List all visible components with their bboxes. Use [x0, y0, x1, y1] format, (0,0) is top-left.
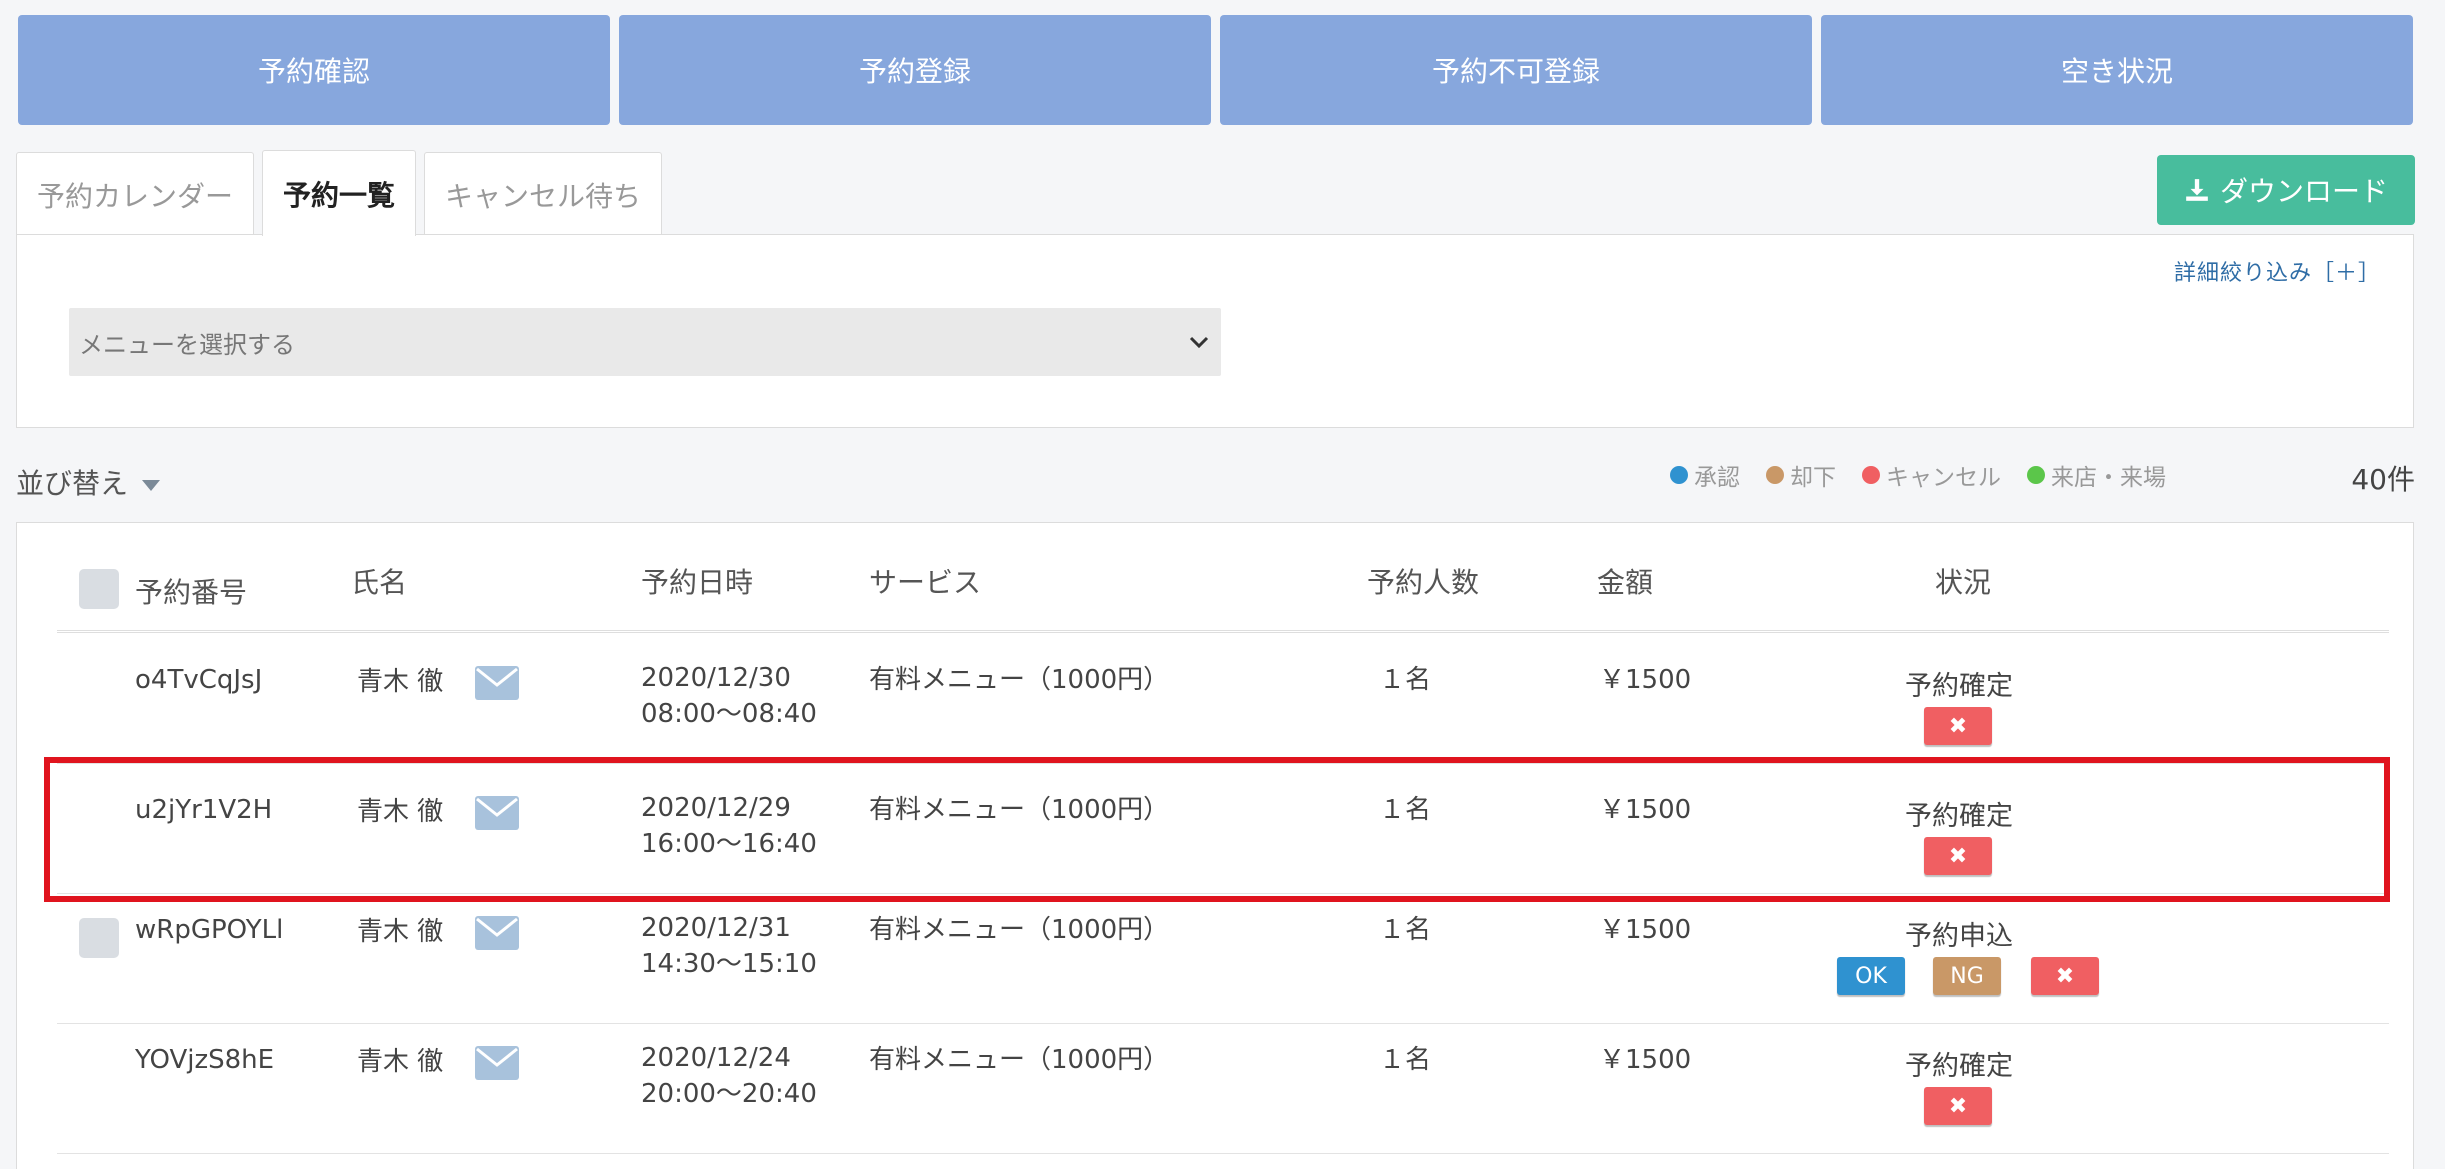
legend-cancel: キャンセル — [1862, 458, 2001, 492]
price: ￥1500 — [1599, 1045, 1692, 1075]
table-row: wRpGPOYLl 青木 徹 2020/12/31 14:30〜15:10 有料… — [57, 894, 2389, 1024]
mail-icon[interactable] — [475, 916, 519, 950]
download-button[interactable]: ダウンロード — [2157, 155, 2415, 225]
legend-dot-visit — [2027, 466, 2045, 484]
reservation-date: 2020/12/30 — [641, 663, 791, 693]
download-label: ダウンロード — [2219, 175, 2388, 208]
legend-approve: 承認 — [1670, 458, 1740, 492]
legend-label-cancel: キャンセル — [1886, 465, 2001, 491]
reservation-time: 14:30〜15:10 — [641, 949, 817, 979]
tab-calendar[interactable]: 予約カレンダー — [16, 152, 254, 236]
column-header-id: 予約番号 — [135, 576, 248, 609]
mail-icon[interactable] — [475, 666, 519, 700]
mail-icon[interactable] — [475, 796, 519, 830]
service-name: 有料メニュー（1000円） — [869, 915, 1170, 945]
reservation-time: 16:00〜16:40 — [641, 829, 817, 859]
status-badge: 予約確定 — [1905, 1051, 2013, 1082]
download-icon — [2186, 179, 2208, 201]
row-select-checkbox[interactable] — [79, 918, 119, 958]
caret-down-icon — [142, 479, 161, 491]
service-name: 有料メニュー（1000円） — [869, 1045, 1170, 1075]
people-count: １名 — [1379, 795, 1432, 825]
reservation-time: 20:00〜20:40 — [641, 1079, 817, 1109]
customer-name: 青木 徹 — [357, 1047, 444, 1077]
reservation-id[interactable]: u2jYr1V2H — [135, 792, 272, 828]
reservation-date: 2020/12/24 — [641, 1043, 791, 1073]
nav-reservation-confirm-button[interactable]: 予約確認 — [18, 15, 610, 125]
reservation-id[interactable]: o4TvCqJsJ — [135, 662, 262, 698]
reservation-date: 2020/12/29 — [641, 793, 791, 823]
nav-reservation-register-button[interactable]: 予約登録 — [619, 15, 1211, 125]
column-header-price: 金額 — [1597, 566, 1654, 599]
customer-name: 青木 徹 — [357, 797, 444, 827]
price: ￥1500 — [1599, 665, 1692, 695]
column-header-datetime: 予約日時 — [641, 566, 754, 599]
status-badge: 予約確定 — [1905, 801, 2013, 832]
column-header-name: 氏名 — [351, 566, 408, 599]
sort-dropdown[interactable]: 並び替え — [16, 462, 161, 502]
reservation-id[interactable]: wRpGPOYLl — [135, 912, 283, 948]
price: ￥1500 — [1599, 795, 1692, 825]
table-row: u2jYr1V2H 青木 徹 2020/12/29 16:00〜16:40 有料… — [57, 764, 2389, 894]
menu-select[interactable]: メニューを選択する — [69, 308, 1221, 376]
customer-name: 青木 徹 — [357, 667, 444, 697]
result-count: 40件 — [2351, 463, 2415, 496]
chevron-down-icon — [1189, 336, 1209, 349]
nav-unavailable-register-button[interactable]: 予約不可登録 — [1220, 15, 1812, 125]
people-count: １名 — [1379, 915, 1432, 945]
people-count: １名 — [1379, 1045, 1432, 1075]
tab-list[interactable]: 予約一覧 — [262, 150, 416, 236]
reject-button[interactable]: NG — [1933, 957, 2001, 995]
legend-dot-reject — [1766, 466, 1784, 484]
legend-dot-approve — [1670, 466, 1688, 484]
table-header: 予約番号 氏名 予約日時 サービス 予約人数 金額 状況 — [57, 523, 2389, 633]
table-row: YOVjzS8hE 青木 徹 2020/12/24 20:00〜20:40 有料… — [57, 1024, 2389, 1154]
filter-panel: 詳細絞り込み［＋］ メニューを選択する — [16, 234, 2414, 428]
people-count: １名 — [1379, 665, 1432, 695]
status-badge: 予約申込 — [1905, 921, 2013, 952]
sort-label: 並び替え — [16, 467, 129, 500]
cancel-reservation-button[interactable]: ✖ — [1924, 707, 1992, 745]
cancel-reservation-button[interactable]: ✖ — [2031, 957, 2099, 995]
nav-availability-button[interactable]: 空き状況 — [1821, 15, 2413, 125]
customer-name: 青木 徹 — [357, 917, 444, 947]
column-header-people: 予約人数 — [1367, 566, 1480, 599]
service-name: 有料メニュー（1000円） — [869, 665, 1170, 695]
approve-button[interactable]: OK — [1837, 957, 1905, 995]
reservation-date: 2020/12/31 — [641, 913, 791, 943]
tab-waitlist[interactable]: キャンセル待ち — [424, 152, 662, 236]
legend-dot-cancel — [1862, 466, 1880, 484]
legend-visit: 来店・来場 — [2027, 458, 2166, 492]
column-header-service: サービス — [869, 566, 982, 599]
legend-label-reject: 却下 — [1790, 465, 1836, 491]
cancel-reservation-button[interactable]: ✖ — [1924, 837, 1992, 875]
view-tabs: 予約カレンダー 予約一覧 キャンセル待ち — [16, 150, 670, 236]
price: ￥1500 — [1599, 915, 1692, 945]
menu-select-value: メニューを選択する — [79, 330, 295, 359]
status-badge: 予約確定 — [1905, 671, 2013, 702]
legend-label-approve: 承認 — [1694, 465, 1740, 491]
service-name: 有料メニュー（1000円） — [869, 795, 1170, 825]
detail-filter-link[interactable]: 詳細絞り込み［＋］ — [2174, 255, 2381, 287]
legend-label-visit: 来店・来場 — [2051, 465, 2166, 491]
reservation-id[interactable]: YOVjzS8hE — [135, 1042, 274, 1078]
mail-icon[interactable] — [475, 1046, 519, 1080]
cancel-reservation-button[interactable]: ✖ — [1924, 1087, 1992, 1125]
select-all-checkbox[interactable] — [79, 569, 119, 609]
legend-reject: 却下 — [1766, 458, 1836, 492]
top-nav: 予約確認 予約登録 予約不可登録 空き状況 — [18, 15, 2413, 125]
status-legend: 承認 却下 キャンセル 来店・来場 — [1670, 458, 2166, 492]
reservation-table: 予約番号 氏名 予約日時 サービス 予約人数 金額 状況 o4TvCqJsJ 青… — [16, 522, 2414, 1169]
table-row: o4TvCqJsJ 青木 徹 2020/12/30 08:00〜08:40 有料… — [57, 634, 2389, 764]
reservation-time: 08:00〜08:40 — [641, 699, 817, 729]
column-header-status: 状況 — [1935, 566, 1992, 599]
